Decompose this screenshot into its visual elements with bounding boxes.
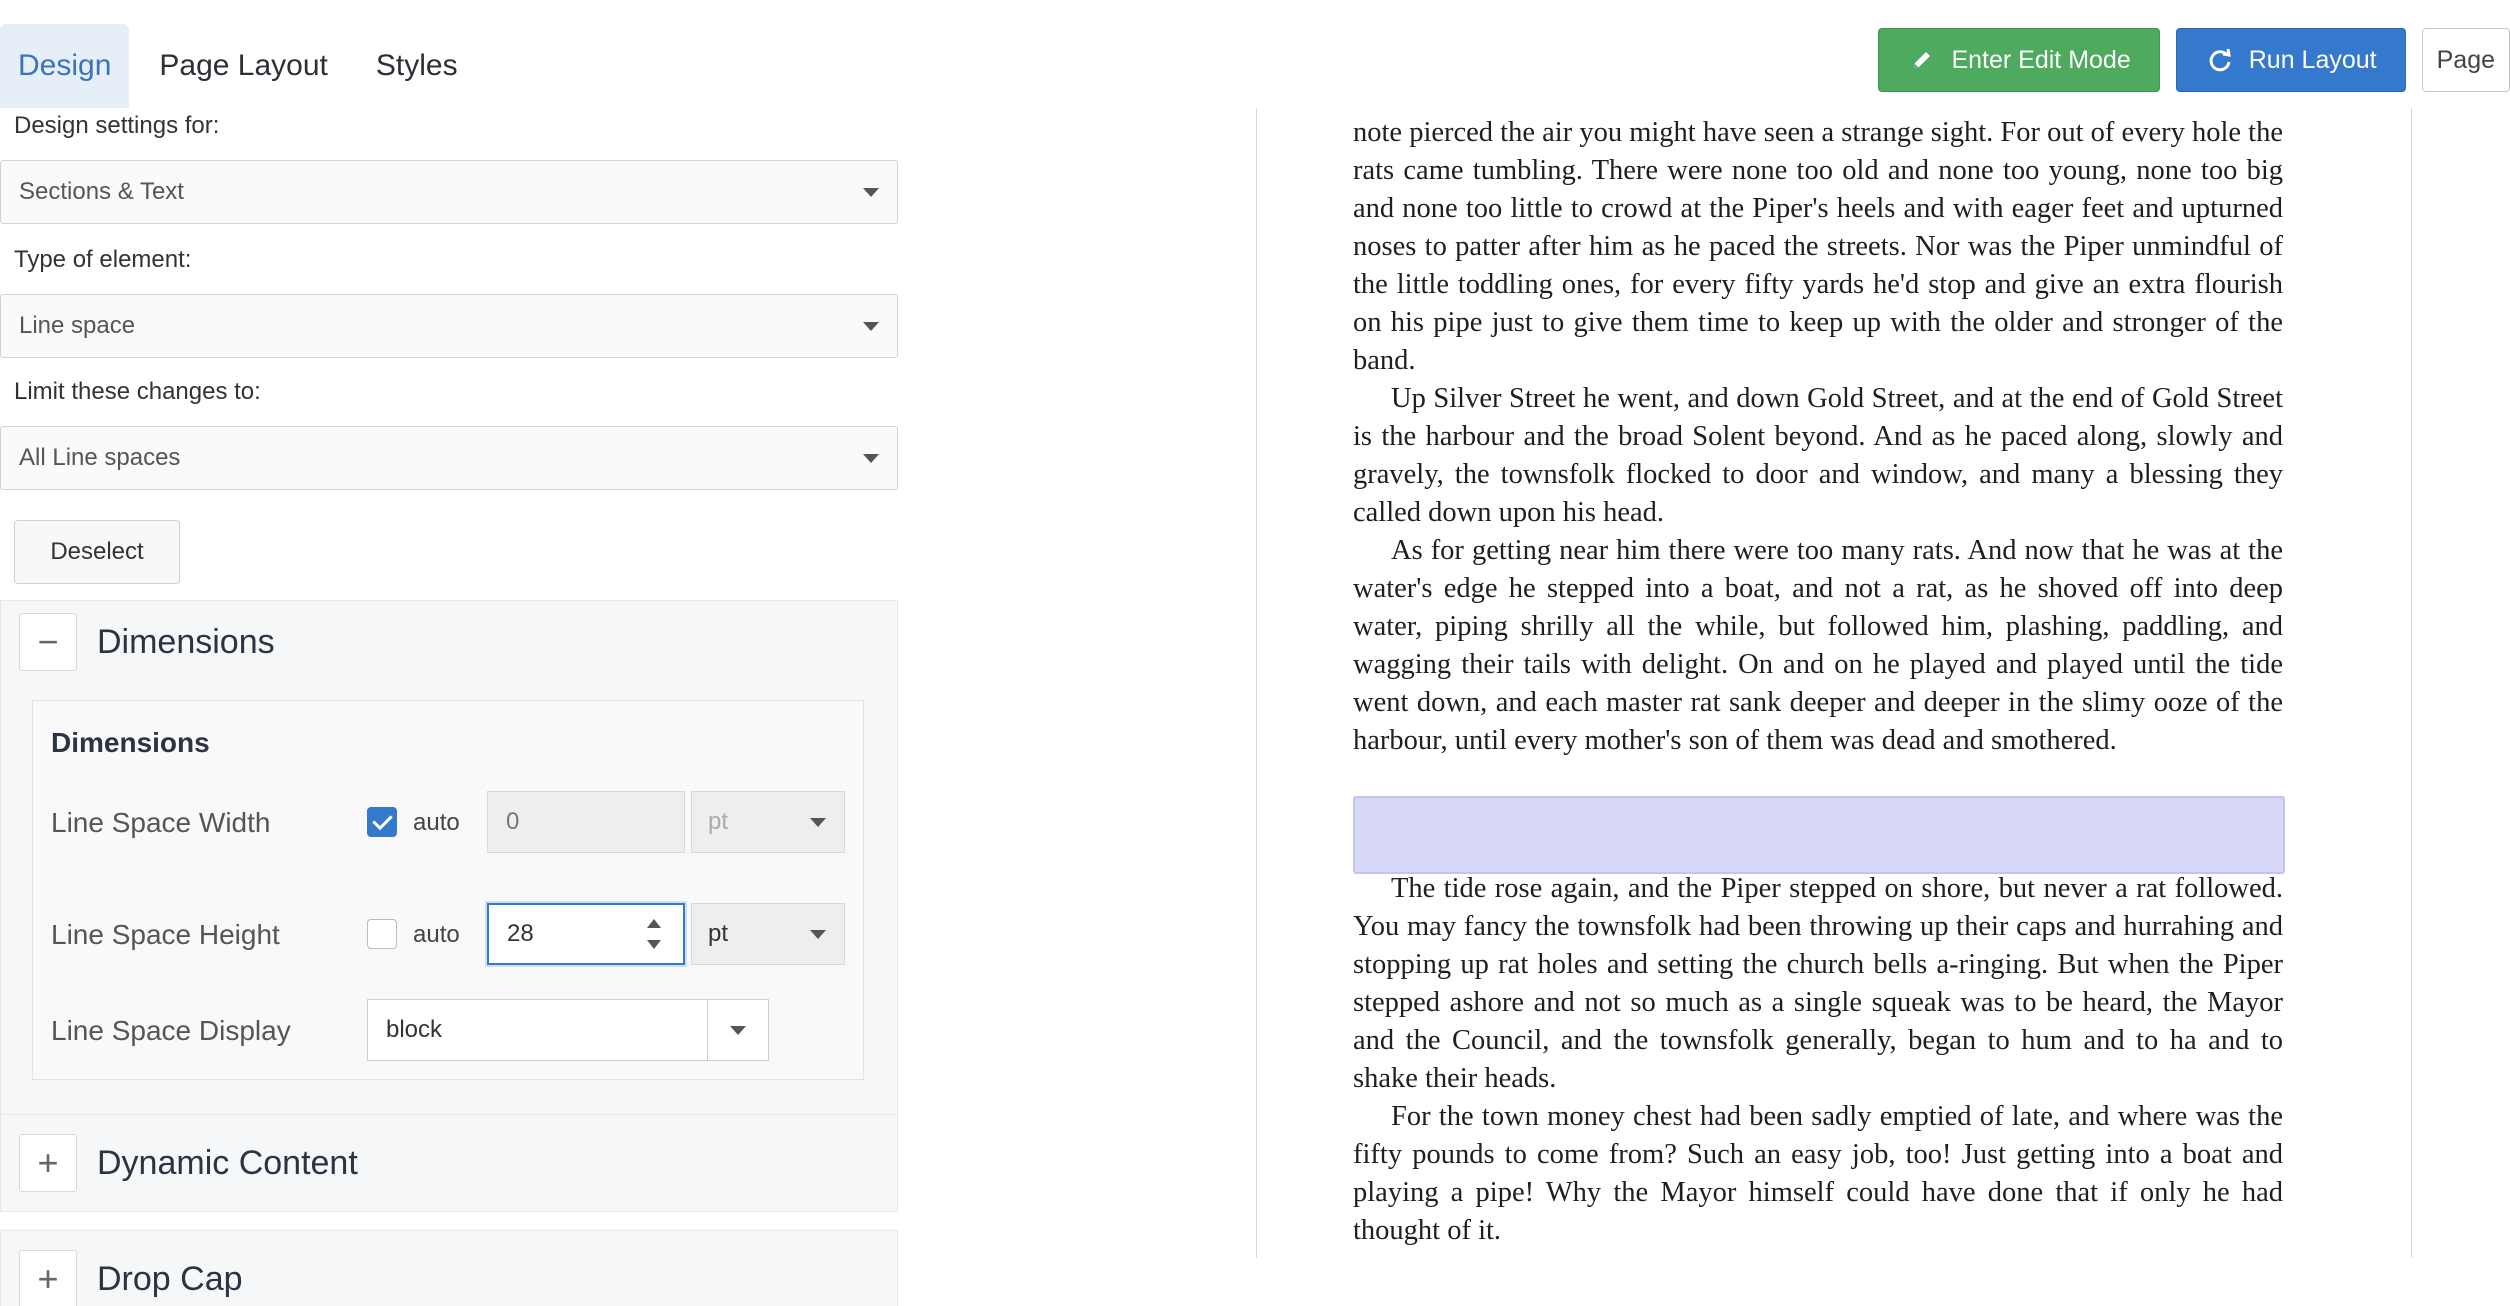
line-space-height-input[interactable]: 28 xyxy=(487,903,685,965)
line-space-width-input[interactable]: 0 xyxy=(487,791,685,853)
chevron-down-icon xyxy=(863,454,879,463)
height-unit-value: pt xyxy=(708,920,729,947)
toolbar: Enter Edit Mode Run Layout Page xyxy=(1878,28,2510,92)
run-layout-label: Run Layout xyxy=(2248,45,2377,74)
line-space-width-label: Line Space Width xyxy=(51,807,271,838)
pencil-icon xyxy=(1907,49,1937,71)
limit-changes-value: All Line spaces xyxy=(19,444,181,471)
line-space-display-select[interactable]: block xyxy=(367,999,769,1061)
element-type-value: Line space xyxy=(19,312,136,339)
line-space-display-value: block xyxy=(386,1016,443,1043)
height-auto-checkbox[interactable] xyxy=(367,919,397,949)
tab-design[interactable]: Design xyxy=(0,24,130,108)
line-space-height-value: 28 xyxy=(507,920,534,947)
preview-paragraph: For the town money chest had been sadly … xyxy=(1353,1101,2283,1246)
width-unit-value: pt xyxy=(708,808,729,835)
preview-paragraph: The tide rose again, and the Piper stepp… xyxy=(1353,873,2283,1094)
preview-text-bottom: The tide rose again, and the Piper stepp… xyxy=(1353,870,2283,1250)
line-space-width-value: 0 xyxy=(506,808,520,835)
preview-text-top: note pierced the air you might have seen… xyxy=(1353,114,2283,760)
preview-paragraph: As for getting near him there were too m… xyxy=(1353,535,2283,756)
chevron-down-icon xyxy=(810,818,826,827)
preview-paragraph: note pierced the air you might have seen… xyxy=(1353,117,2283,376)
chevron-down-icon xyxy=(863,322,879,331)
chevron-down-icon xyxy=(730,1026,746,1035)
dimensions-header[interactable]: − Dimensions xyxy=(1,601,897,683)
limit-changes-label: Limit these changes to: xyxy=(14,378,261,405)
select-divider xyxy=(707,1000,708,1060)
expand-icon[interactable]: + xyxy=(19,1250,77,1306)
design-settings-panel: Design settings for: Sections & Text Typ… xyxy=(0,108,898,1306)
element-type-select[interactable]: Line space xyxy=(0,294,898,358)
enter-edit-mode-label: Enter Edit Mode xyxy=(1951,45,2131,74)
drop-cap-section: + Drop Cap xyxy=(0,1230,898,1306)
preview-paragraph: Up Silver Street he went, and down Gold … xyxy=(1353,383,2283,528)
run-layout-button[interactable]: Run Layout xyxy=(2175,28,2406,92)
chevron-down-icon xyxy=(863,188,879,197)
dynamic-content-header[interactable]: + Dynamic Content xyxy=(1,1115,897,1211)
refresh-icon xyxy=(2205,47,2235,73)
limit-changes-select[interactable]: All Line spaces xyxy=(0,426,898,490)
collapse-icon[interactable]: − xyxy=(19,613,77,671)
tab-styles[interactable]: Styles xyxy=(360,24,474,108)
tab-bar: Design Page Layout Styles xyxy=(0,0,490,108)
width-auto-label: auto xyxy=(413,809,460,836)
page-preview: note pierced the air you might have seen… xyxy=(1256,108,2412,1258)
page-button[interactable]: Page xyxy=(2421,28,2510,92)
dimensions-panel: Dimensions Line Space Width auto 0 pt Li… xyxy=(32,700,864,1080)
tab-page-layout[interactable]: Page Layout xyxy=(143,24,343,108)
element-type-label: Type of element: xyxy=(14,246,192,273)
height-unit-select[interactable]: pt xyxy=(691,903,845,965)
deselect-button[interactable]: Deselect xyxy=(14,520,180,584)
dimensions-title: Dimensions xyxy=(97,622,275,661)
design-settings-for-value: Sections & Text xyxy=(19,178,184,205)
design-settings-for-label: Design settings for: xyxy=(14,112,220,139)
line-space-display-label: Line Space Display xyxy=(51,1015,291,1046)
height-auto-label: auto xyxy=(413,921,460,948)
expand-icon[interactable]: + xyxy=(19,1134,77,1192)
drop-cap-title: Drop Cap xyxy=(97,1259,243,1298)
width-auto-checkbox[interactable] xyxy=(367,807,397,837)
chevron-down-icon xyxy=(810,930,826,939)
dimensions-panel-title: Dimensions xyxy=(51,727,210,758)
line-space-height-label: Line Space Height xyxy=(51,919,280,950)
stepper-icon[interactable] xyxy=(647,919,661,949)
design-settings-for-select[interactable]: Sections & Text xyxy=(0,160,898,224)
drop-cap-header[interactable]: + Drop Cap xyxy=(1,1231,897,1306)
enter-edit-mode-button[interactable]: Enter Edit Mode xyxy=(1878,28,2160,92)
selected-line-space[interactable] xyxy=(1353,796,2285,874)
dynamic-content-title: Dynamic Content xyxy=(97,1143,358,1182)
dynamic-content-section: + Dynamic Content xyxy=(0,1114,898,1212)
width-unit-select[interactable]: pt xyxy=(691,791,845,853)
